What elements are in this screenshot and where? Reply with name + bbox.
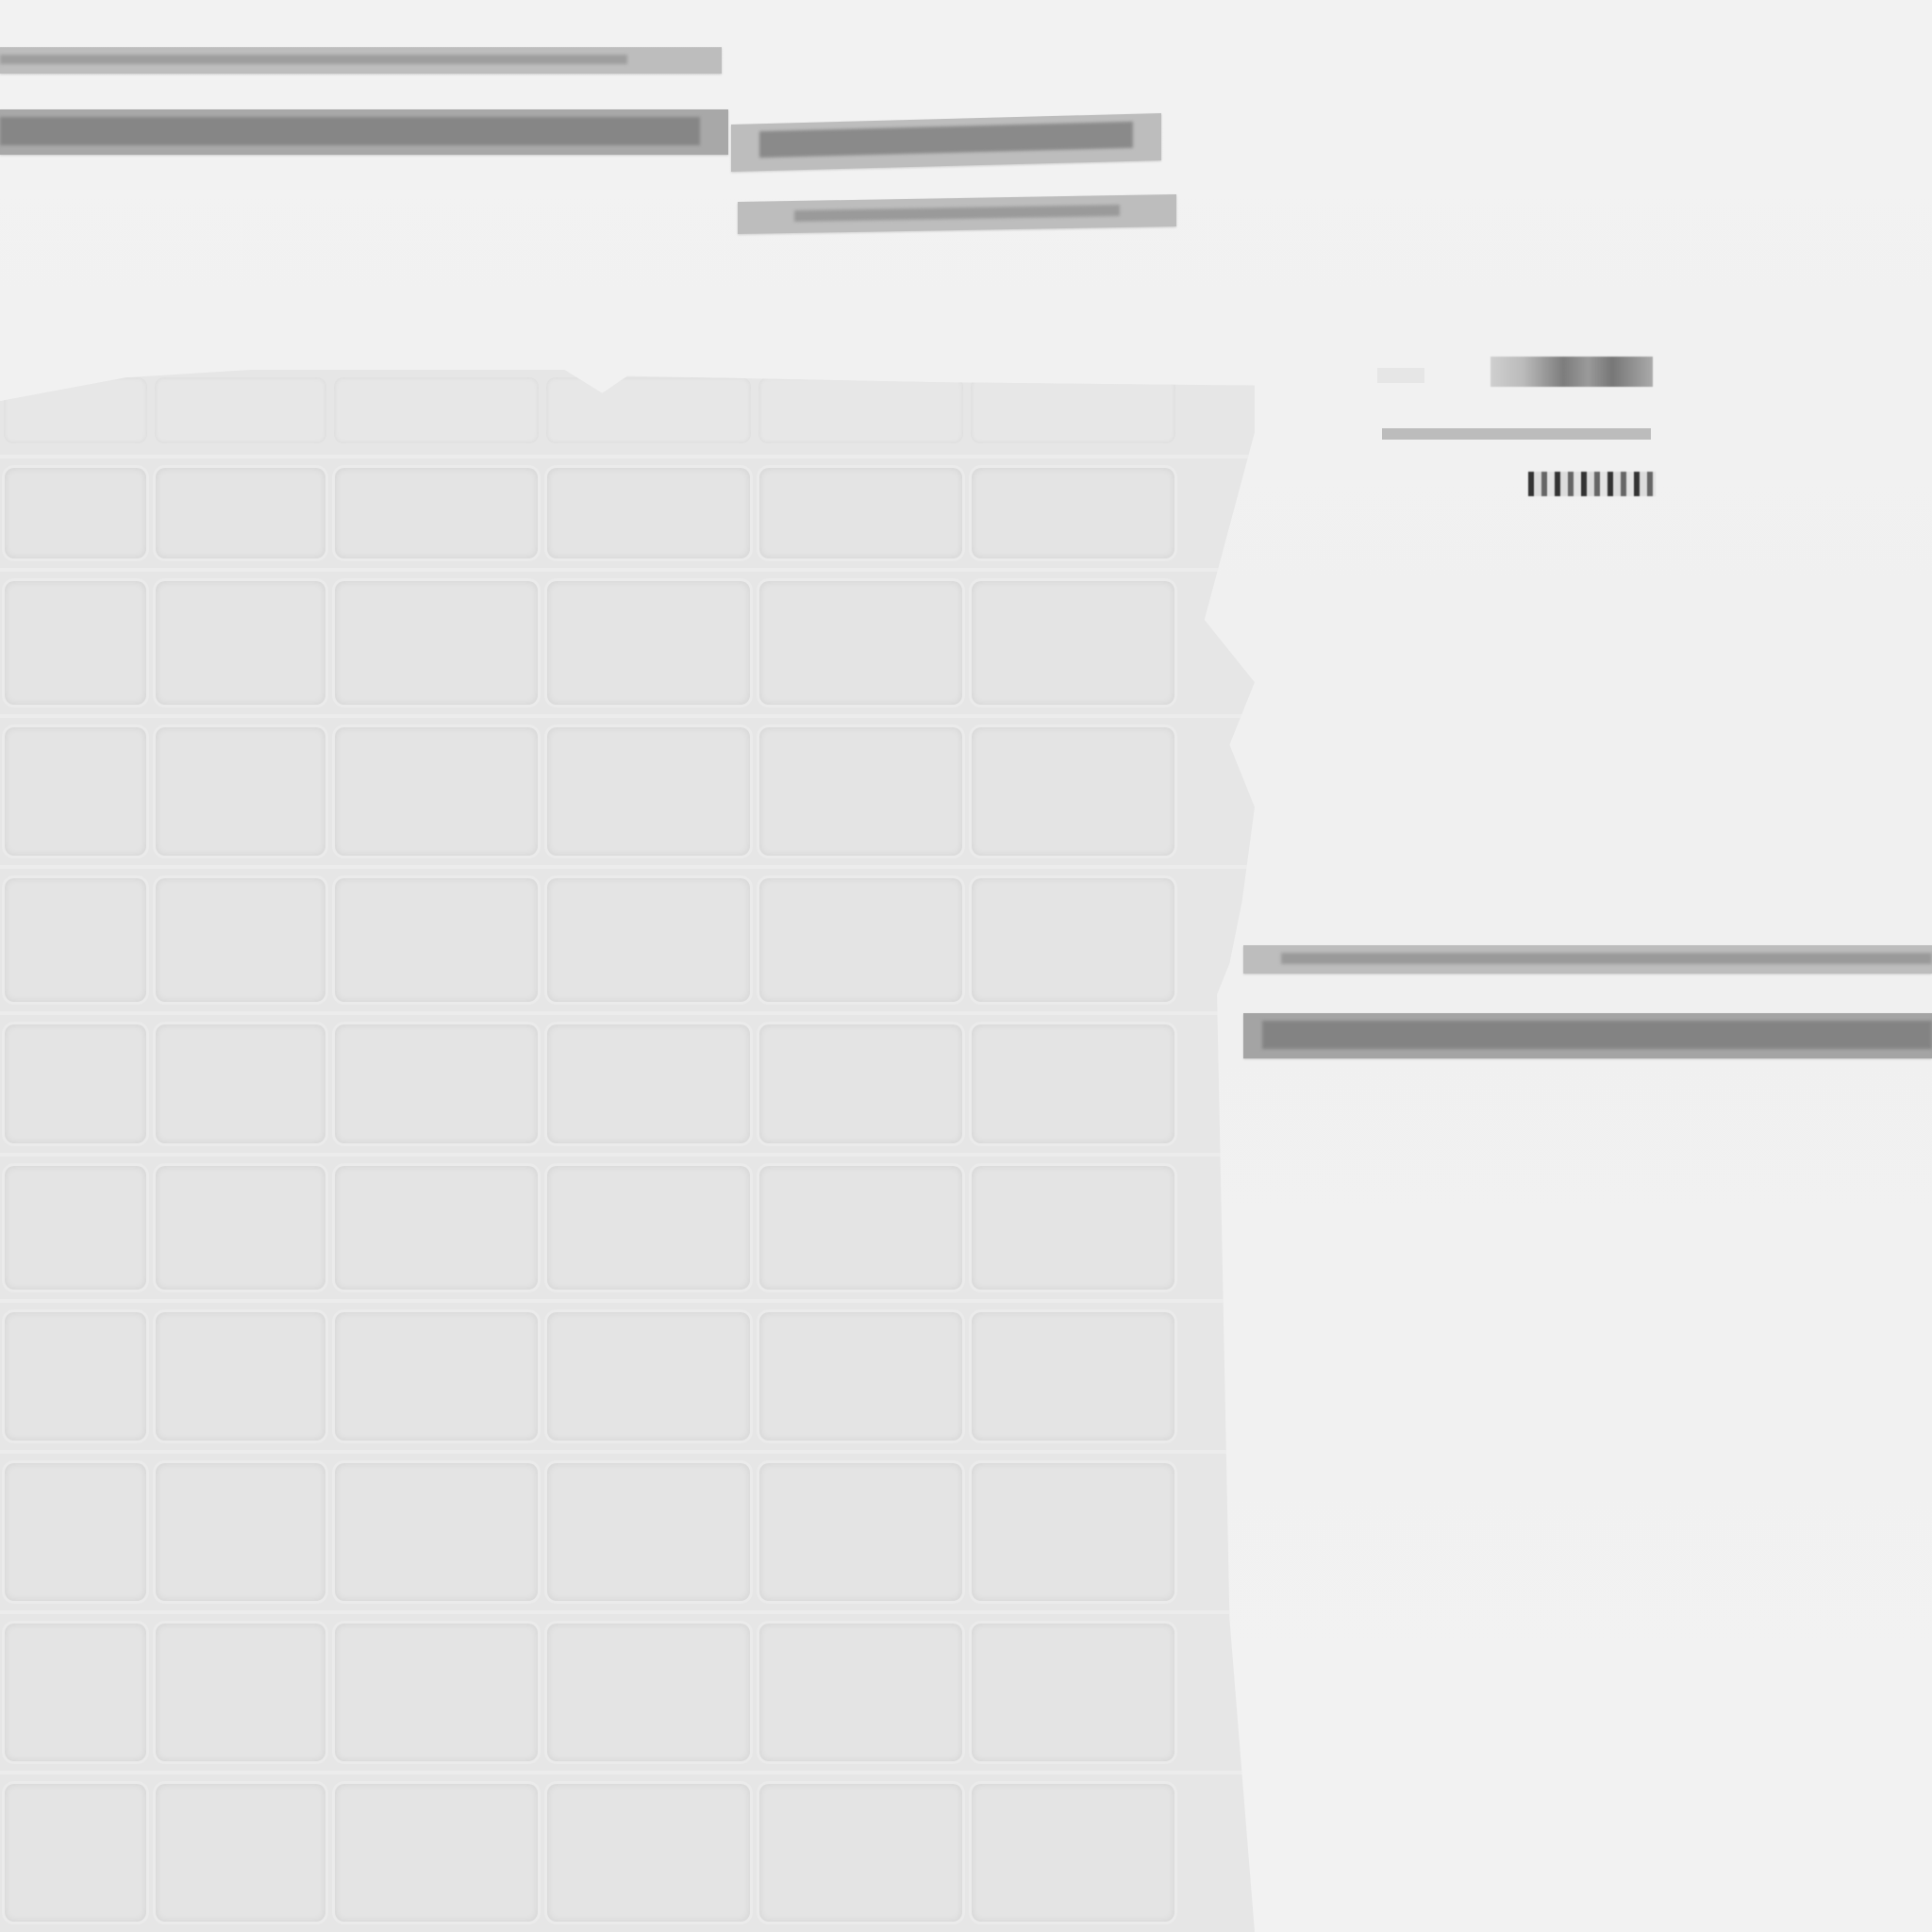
grid-tile (335, 727, 538, 856)
grid-tile (5, 1463, 146, 1601)
faint-label (1377, 368, 1424, 383)
grid-tile (547, 468, 750, 558)
grid-tile (972, 581, 1174, 705)
grid-tile (547, 1166, 750, 1290)
grid-tile (5, 468, 146, 558)
grid-tile (972, 878, 1174, 1002)
grid-header-cell (4, 377, 147, 443)
grid-header-cell (971, 377, 1175, 443)
grid-tile (972, 1624, 1174, 1761)
divider (1382, 428, 1651, 440)
grid-row (0, 1299, 1255, 1450)
grid-tile (5, 1024, 146, 1143)
grid-row (0, 1610, 1255, 1771)
grid-header-row (0, 370, 1255, 455)
grid-tile (5, 1312, 146, 1441)
blurred-bar-top-4 (738, 193, 1176, 235)
grid-tile (5, 1784, 146, 1922)
grid-row (0, 865, 1255, 1011)
grid-tile (547, 1624, 750, 1761)
grid-tile (156, 581, 325, 705)
grid-tile (759, 1463, 962, 1601)
grid-tile (547, 878, 750, 1002)
blurred-bar-top-1 (0, 47, 722, 74)
grid-tile (335, 1312, 538, 1441)
blurred-bar-right-2 (1243, 1013, 1932, 1058)
grid-tile (156, 1784, 325, 1922)
tile-grid-panel (0, 370, 1255, 1932)
grid-body (0, 455, 1255, 1931)
grid-tile (972, 1312, 1174, 1441)
grid-tile (5, 581, 146, 705)
grid-header-cell (758, 377, 963, 443)
grid-header-cell (546, 377, 751, 443)
grid-tile (759, 878, 962, 1002)
grid-tile (156, 1024, 325, 1143)
grid-row (0, 1450, 1255, 1610)
blurred-info-block (1321, 349, 1660, 500)
grid-row (0, 455, 1255, 568)
blurred-bar-top-2 (0, 109, 728, 155)
grid-tile (335, 1463, 538, 1601)
grid-tile (335, 1166, 538, 1290)
grid-tile (547, 1463, 750, 1601)
grid-row (0, 1771, 1255, 1931)
grid-row (0, 1153, 1255, 1299)
grid-tile (759, 1624, 962, 1761)
grid-header-cell (334, 377, 539, 443)
grid-tile (156, 468, 325, 558)
blurred-label (1491, 357, 1653, 387)
grid-row (0, 568, 1255, 714)
grid-tile (972, 1024, 1174, 1143)
grid-tile (547, 581, 750, 705)
grid-tile (335, 1624, 538, 1761)
grid-tile (759, 1166, 962, 1290)
grid-tile (5, 1166, 146, 1290)
grid-tile (759, 1024, 962, 1143)
blurred-sublabel (1528, 472, 1656, 496)
grid-row (0, 714, 1255, 865)
grid-tile (972, 1166, 1174, 1290)
grid-tile (5, 1624, 146, 1761)
grid-tile (759, 581, 962, 705)
grid-tile (156, 727, 325, 856)
grid-tile (759, 468, 962, 558)
grid-tile (972, 1784, 1174, 1922)
grid-tile (759, 727, 962, 856)
grid-header-cell (155, 377, 326, 443)
grid-tile (547, 1312, 750, 1441)
grid-tile (759, 1784, 962, 1922)
grid-tile (5, 727, 146, 856)
grid-tile (972, 468, 1174, 558)
grid-tile (156, 1624, 325, 1761)
grid-tile (547, 1024, 750, 1143)
grid-tile (156, 878, 325, 1002)
grid-tile (547, 727, 750, 856)
grid-tile (5, 878, 146, 1002)
blurred-bar-top-3 (731, 113, 1161, 172)
blurred-bar-right-1 (1243, 945, 1932, 974)
grid-tile (335, 878, 538, 1002)
grid-tile (335, 1024, 538, 1143)
grid-tile (156, 1463, 325, 1601)
grid-tile (972, 1463, 1174, 1601)
grid-tile (759, 1312, 962, 1441)
grid-tile (156, 1312, 325, 1441)
grid-tile (156, 1166, 325, 1290)
grid-tile (335, 468, 538, 558)
grid-tile (972, 727, 1174, 856)
grid-tile (335, 1784, 538, 1922)
grid-tile (335, 581, 538, 705)
grid-tile (547, 1784, 750, 1922)
canvas (0, 0, 1932, 1932)
grid-row (0, 1011, 1255, 1153)
